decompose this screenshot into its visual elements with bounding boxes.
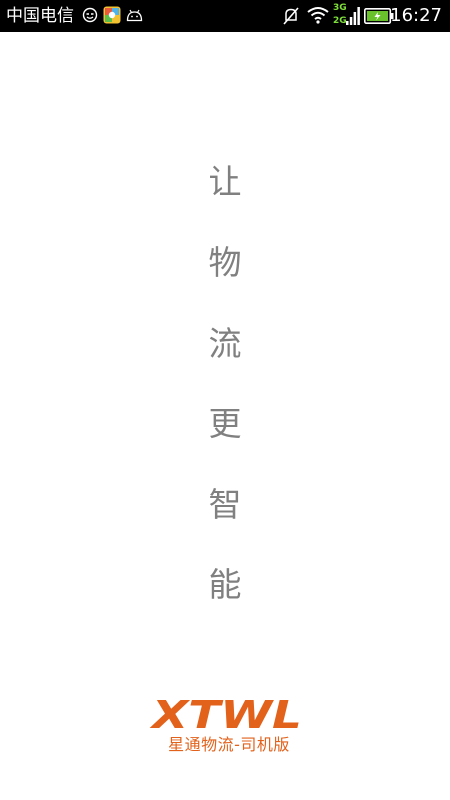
logo-wordmark: XTWL bbox=[150, 694, 302, 734]
slogan-char: 能 bbox=[208, 565, 242, 604]
face-icon bbox=[82, 7, 98, 23]
app-logo: XTWL 星通物流-司机版 bbox=[148, 694, 308, 764]
network-type-3g: 3G bbox=[333, 3, 347, 13]
slogan-char: 流 bbox=[208, 324, 242, 363]
slogan-char: 智 bbox=[208, 485, 242, 524]
mute-icon bbox=[283, 7, 299, 25]
wifi-icon bbox=[307, 7, 329, 24]
status-bar: 中国电信 3G 2G 16:27 bbox=[0, 0, 450, 32]
app-icon bbox=[103, 6, 121, 24]
logo-mark-text: XTWL bbox=[150, 694, 302, 734]
carrier-name: 中国电信 bbox=[6, 6, 74, 26]
clock: 16:27 bbox=[390, 5, 442, 26]
logo-subtitle: 星通物流-司机版 bbox=[168, 735, 290, 754]
network-type-2g: 2G bbox=[333, 16, 347, 26]
slogan-char: 物 bbox=[208, 243, 242, 282]
slogan-char: 让 bbox=[208, 162, 242, 201]
signal-icon bbox=[346, 7, 360, 25]
slogan-char: 更 bbox=[208, 404, 242, 443]
splash-screen: 中国电信 3G 2G 16:27 让 物 流 更 智 能 XTWL 星通物流-司… bbox=[0, 0, 450, 800]
android-icon bbox=[126, 9, 143, 22]
